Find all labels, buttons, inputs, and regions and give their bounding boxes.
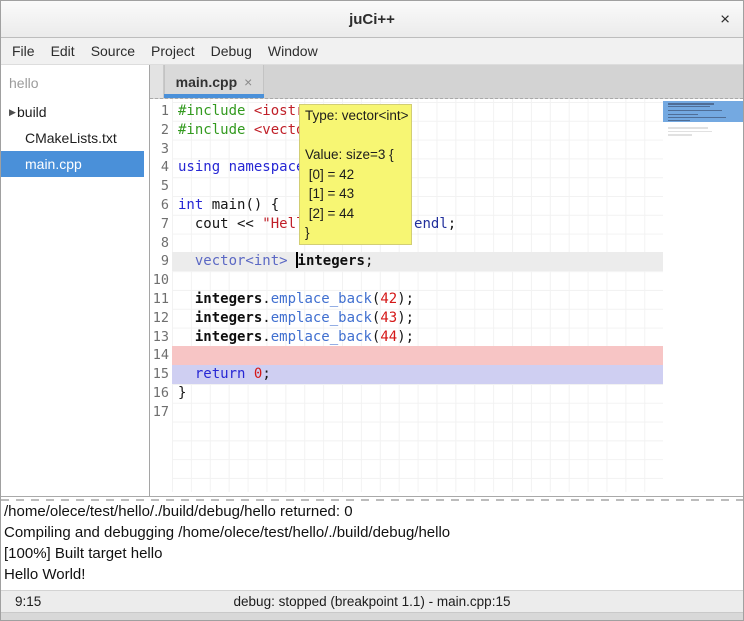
code-line[interactable]	[178, 234, 663, 253]
tab-close-icon[interactable]: ×	[244, 74, 252, 90]
minimap-overflow-lines	[668, 127, 738, 137]
code-line[interactable]	[178, 140, 663, 159]
tree-item-build[interactable]: ▶build	[1, 99, 144, 125]
main-area: hello ▶build CMakeLists.txt main.cpp main.…	[1, 65, 743, 496]
terminal-line: Hello World!	[1, 564, 743, 585]
minimap-code-line	[668, 110, 722, 112]
line-number[interactable]: 16	[150, 384, 172, 403]
menu-edit[interactable]: Edit	[43, 39, 83, 63]
tooltip-line: [0] = 42	[305, 165, 406, 185]
line-number[interactable]: 14	[150, 346, 172, 365]
code-line[interactable]: int main() {	[178, 196, 663, 215]
code-area[interactable]: #include <iostream>#include <vector> usin…	[172, 99, 663, 492]
minimap-code-line	[668, 103, 714, 105]
line-number[interactable]: 8	[150, 234, 172, 253]
tree-item-label: CMakeLists.txt	[25, 130, 117, 146]
terminal-line: /home/olece/test/hello/./build/debug/hel…	[1, 501, 743, 522]
line-number[interactable]: 4	[150, 158, 172, 177]
titlebar[interactable]: juCi++ ×	[1, 1, 743, 38]
line-number[interactable]: 12	[150, 309, 172, 328]
tooltip-line: [2] = 44	[305, 204, 406, 224]
line-number[interactable]: 5	[150, 177, 172, 196]
code-line[interactable]	[178, 177, 663, 196]
code-line[interactable]	[178, 403, 663, 422]
close-icon[interactable]: ×	[720, 11, 730, 28]
tooltip-line: Type: vector<int>	[305, 106, 406, 126]
code-line[interactable]: integers.emplace_back(42);	[178, 290, 663, 309]
tree-item-main-cpp[interactable]: main.cpp	[1, 151, 144, 177]
tooltip-line: [1] = 43	[305, 184, 406, 204]
tab-bar: main.cpp ×	[150, 65, 743, 99]
code-line[interactable]: return 0;	[178, 365, 663, 384]
line-number[interactable]: 11	[150, 290, 172, 309]
minimap-code-line	[668, 120, 690, 122]
file-tree: ▶build CMakeLists.txt main.cpp	[1, 99, 144, 177]
code-line[interactable]: integers.emplace_back(44);	[178, 328, 663, 347]
code-line[interactable]	[178, 346, 663, 365]
tree-item-label: main.cpp	[25, 156, 82, 172]
tooltip-line: }	[305, 223, 406, 243]
minimap-code-line	[668, 114, 698, 116]
line-number[interactable]: 15	[150, 365, 172, 384]
app-window: juCi++ × FileEditSourceProjectDebugWindo…	[0, 0, 744, 621]
code-line[interactable]: integers.emplace_back(43);	[178, 309, 663, 328]
code-line[interactable]: cout << "Hello World!" << endl;	[178, 215, 663, 234]
terminal-output[interactable]: /home/olece/test/hello/./build/debug/hel…	[1, 496, 743, 590]
line-number-gutter[interactable]: 1234567891011121314151617	[150, 99, 172, 496]
tree-item-cmakelists-txt[interactable]: CMakeLists.txt	[1, 125, 144, 151]
line-number[interactable]: 9	[150, 252, 172, 271]
code-line[interactable]: #include <iostream>	[178, 102, 663, 121]
terminal-line: Compiling and debugging /home/olece/test…	[1, 522, 743, 543]
debug-value-tooltip: Type: vector<int> Value: size=3 { [0] = …	[299, 104, 412, 245]
line-number[interactable]: 7	[150, 215, 172, 234]
window-resize-edge	[1, 612, 743, 620]
code-line[interactable]	[178, 271, 663, 290]
file-tree-sidebar[interactable]: hello ▶build CMakeLists.txt main.cpp	[1, 65, 144, 496]
window-title: juCi++	[349, 11, 395, 28]
line-number[interactable]: 2	[150, 121, 172, 140]
line-number[interactable]: 13	[150, 328, 172, 347]
minimap-code-line	[668, 106, 710, 108]
menubar: FileEditSourceProjectDebugWindow	[1, 38, 743, 65]
code-line[interactable]: vector<int> integers;	[178, 252, 663, 271]
menu-window[interactable]: Window	[260, 39, 326, 63]
code-line[interactable]: using namespace std;	[178, 158, 663, 177]
menu-source[interactable]: Source	[83, 39, 143, 63]
menu-project[interactable]: Project	[143, 39, 203, 63]
cursor-position: 9:15	[1, 594, 41, 609]
minimap[interactable]	[663, 99, 743, 496]
tree-item-label: build	[17, 104, 47, 120]
editor-pane: main.cpp × 1234567891011121314151617 #in…	[149, 65, 743, 496]
code-editor[interactable]: 1234567891011121314151617 #include <iost…	[150, 99, 743, 496]
line-number[interactable]: 1	[150, 102, 172, 121]
debug-status: debug: stopped (breakpoint 1.1) - main.c…	[1, 594, 743, 609]
terminal-line: [100%] Built target hello	[1, 543, 743, 564]
tab-label: main.cpp	[176, 74, 237, 90]
status-bar: 9:15 debug: stopped (breakpoint 1.1) - m…	[1, 590, 743, 612]
code-line[interactable]: #include <vector>	[178, 121, 663, 140]
expander-icon[interactable]: ▶	[1, 107, 17, 118]
active-tab-indicator	[164, 94, 264, 98]
menu-file[interactable]: File	[4, 39, 43, 63]
minimap-code-line	[668, 117, 726, 119]
tab-main-cpp[interactable]: main.cpp ×	[164, 65, 264, 98]
line-number[interactable]: 3	[150, 140, 172, 159]
line-number[interactable]: 17	[150, 403, 172, 422]
project-name: hello	[1, 69, 144, 99]
minimap-viewport[interactable]	[663, 101, 743, 122]
menu-debug[interactable]: Debug	[203, 39, 260, 63]
line-number[interactable]: 10	[150, 271, 172, 290]
tooltip-line: Value: size=3 {	[305, 145, 406, 165]
code-line[interactable]: }	[178, 384, 663, 403]
line-number[interactable]: 6	[150, 196, 172, 215]
tooltip-line	[305, 126, 406, 146]
